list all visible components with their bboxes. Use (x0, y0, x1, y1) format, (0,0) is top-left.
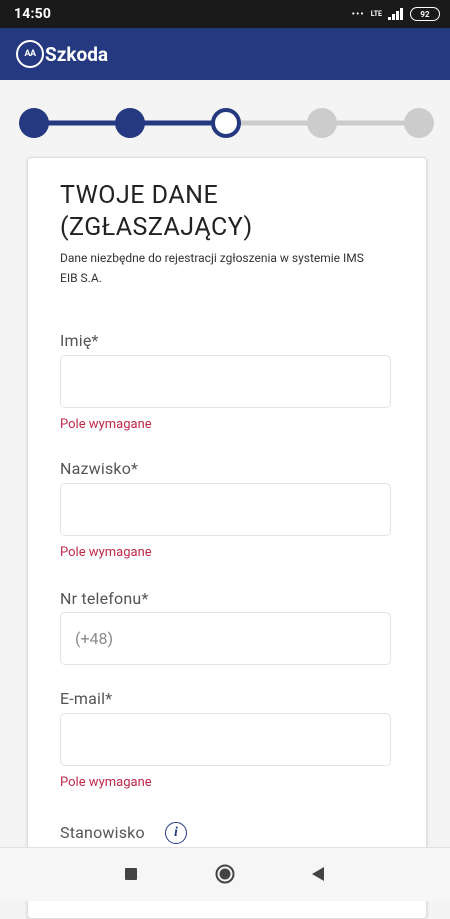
step-3-current (211, 108, 241, 138)
last-name-label: Nazwisko* (60, 459, 139, 478)
last-name-error: Pole wymagane (60, 545, 152, 560)
signal-icon (388, 8, 403, 20)
first-name-input[interactable] (60, 355, 391, 408)
back-icon[interactable] (311, 866, 325, 882)
status-bar: 14:50 ••• LTE 92 (0, 0, 450, 28)
last-name-input[interactable] (60, 483, 391, 536)
status-icons: ••• LTE 92 (352, 7, 440, 21)
network-type: LTE (370, 9, 382, 18)
app-title: Szkoda (45, 42, 109, 66)
first-name-error: Pole wymagane (60, 417, 152, 432)
step-5 (404, 108, 434, 138)
step-1 (19, 108, 49, 138)
recents-icon[interactable] (125, 868, 137, 880)
step-2 (115, 108, 145, 138)
battery-level: 92 (420, 9, 430, 19)
logo-mark: AA (24, 49, 36, 59)
page-title: TWOJE DANE (ZGŁASZAJĄCY) (60, 181, 253, 242)
page-subtitle: Dane niezbędne do rejestracji zgłoszenia… (60, 251, 364, 285)
home-icon[interactable] (215, 864, 235, 884)
email-label: E-mail* (60, 689, 113, 708)
progress-stepper (19, 108, 434, 138)
phone-input[interactable] (60, 612, 391, 665)
email-input[interactable] (60, 713, 391, 766)
status-dots: ••• (351, 8, 365, 20)
step-4 (307, 108, 337, 138)
email-error: Pole wymagane (60, 775, 152, 790)
app-bar: AA Szkoda (0, 28, 450, 80)
system-nav-bar (0, 847, 450, 901)
status-time: 14:50 (14, 6, 52, 22)
phone-label: Nr telefonu* (60, 589, 149, 608)
position-label: Stanowisko (60, 823, 145, 842)
first-name-label: Imię* (60, 331, 99, 350)
info-icon[interactable]: i (165, 822, 187, 844)
logo-icon: AA (16, 40, 44, 68)
battery-icon: 92 (410, 7, 440, 21)
